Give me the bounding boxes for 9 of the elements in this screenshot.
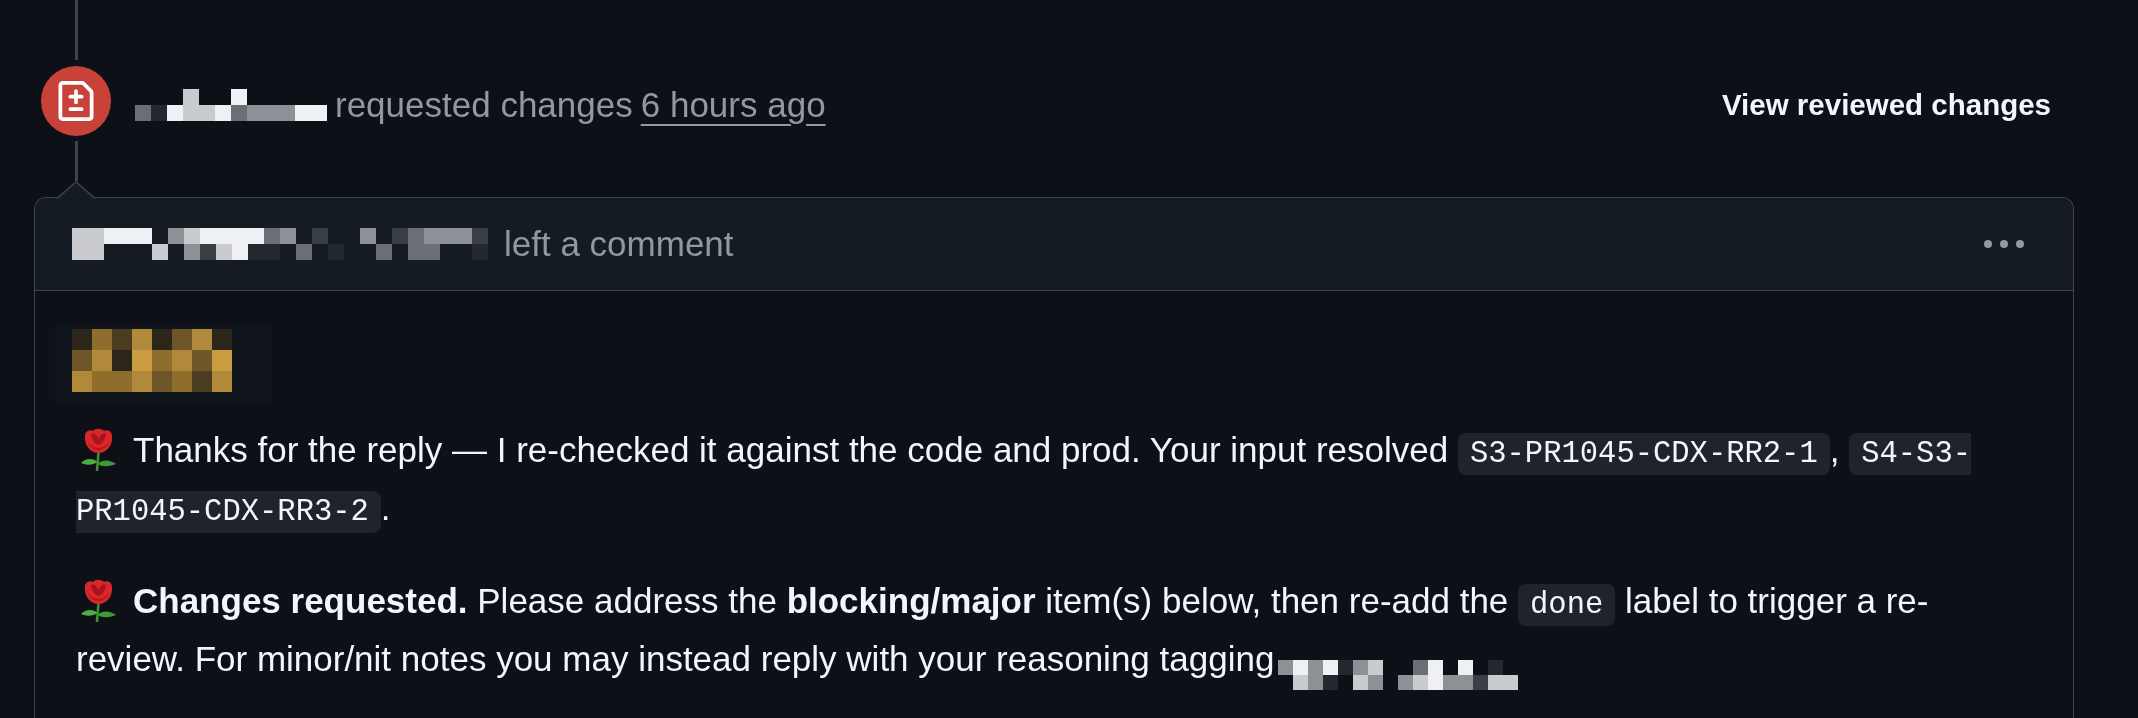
timestamp-link[interactable]: 6 hours ago	[640, 78, 826, 132]
document-diff-icon	[41, 66, 111, 136]
view-reviewed-changes-link[interactable]: View reviewed changes	[1721, 82, 2051, 128]
comment-action-text: left a comment	[504, 222, 734, 265]
comment-paragraph: Changes requested. Please address the blocking/major item(s) below, then re-add the done label to trigger a re-review. For minor/nit notes you may instead reply with your reasoning tagging	[76, 574, 2035, 690]
rose-icon	[80, 579, 117, 622]
rose-icon	[80, 428, 117, 471]
event-action-text: requested changes	[335, 83, 633, 126]
ellipsis-icon	[1984, 240, 2024, 248]
